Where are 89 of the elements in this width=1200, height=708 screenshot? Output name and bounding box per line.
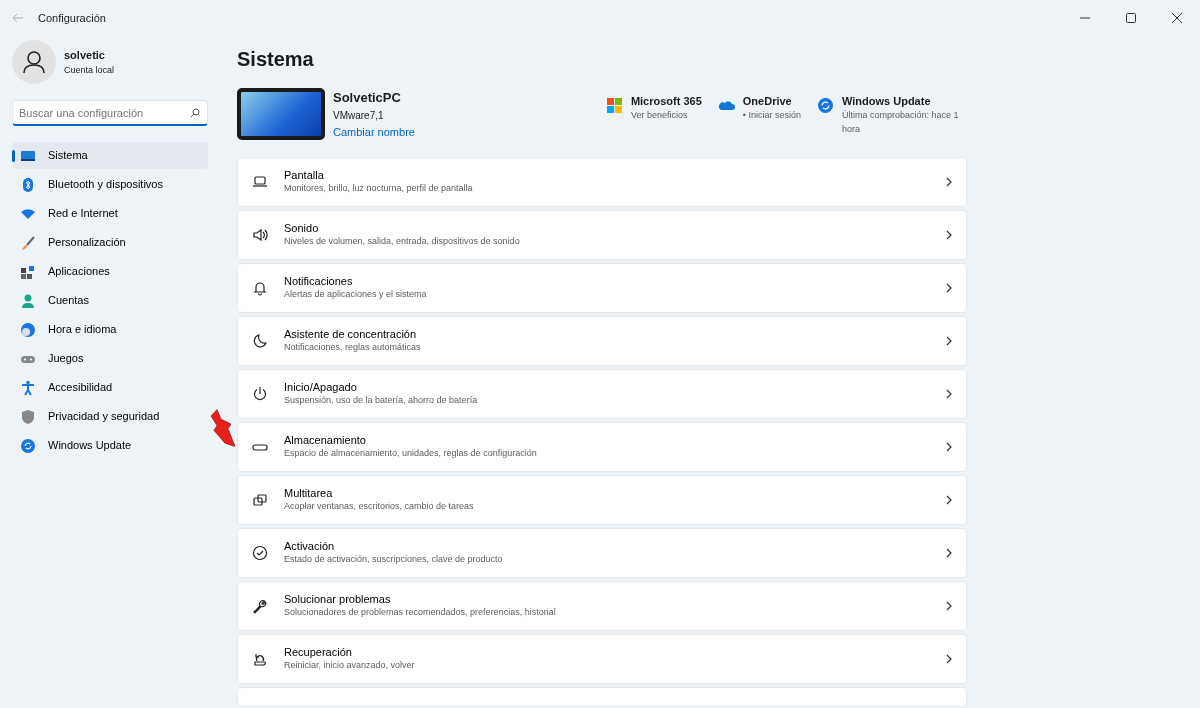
windows-stack-icon xyxy=(252,491,268,508)
sync-icon xyxy=(20,437,36,454)
settings-row[interactable]: Multitarea Acoplar ventanas, escritorios, cambio de tareas xyxy=(237,474,967,525)
accessibility-icon xyxy=(20,379,36,396)
brush-icon xyxy=(20,234,36,251)
maximize-icon xyxy=(1126,13,1136,23)
device-model: VMware7,1 xyxy=(333,108,385,123)
setting-description: Acoplar ventanas, escritorios, cambio de tareas xyxy=(284,500,474,513)
chevron-right-icon xyxy=(946,547,952,558)
avatar-icon xyxy=(12,40,56,84)
setting-description: Notificaciones, reglas automáticas xyxy=(284,341,421,354)
settings-row[interactable]: Notificaciones Alertas de aplicaciones y el sistema xyxy=(237,262,967,313)
chevron-right-icon xyxy=(946,494,952,505)
page-title: Sistema xyxy=(237,47,315,72)
sidebar-item[interactable]: Sistema xyxy=(12,142,208,169)
sidebar-item[interactable]: Aplicaciones xyxy=(12,258,208,285)
setting-description: Estado de activación, suscripciones, clave de producto xyxy=(284,553,503,566)
person-icon xyxy=(20,292,36,309)
chevron-right-icon xyxy=(946,600,952,611)
power-icon xyxy=(252,385,268,402)
settings-row[interactable]: Recuperación Reiniciar, inicio avanzado, volver xyxy=(237,633,967,684)
setting-description: Solucionadores de problemas recomendados, preferencias, historial xyxy=(284,606,556,619)
sidebar-item[interactable]: Accesibilidad xyxy=(12,374,208,401)
settings-row[interactable]: Sonido Niveles de volumen, salida, entrada, dispositivos de sonido xyxy=(237,209,967,260)
sidebar-item[interactable]: Cuentas xyxy=(12,287,208,314)
wrench-icon xyxy=(252,597,268,614)
setting-description: Reiniciar, inicio avanzado, volver xyxy=(284,659,415,672)
sidebar-item[interactable]: Personalización xyxy=(12,229,208,256)
quick-link-title[interactable]: OneDrive xyxy=(742,92,801,109)
laptop-icon xyxy=(252,173,268,190)
moon-icon xyxy=(252,332,268,349)
setting-title: Pantalla xyxy=(284,168,325,182)
quick-link-subtitle: • Iniciar sesión xyxy=(742,109,801,122)
checkmark-circle-icon xyxy=(252,544,268,561)
sidebar-item[interactable]: Bluetooth y dispositivos xyxy=(12,171,208,198)
setting-title: Inicio/Apagado xyxy=(284,380,358,394)
user-name: solvetic xyxy=(64,48,106,63)
chevron-right-icon xyxy=(946,653,952,664)
apps-icon xyxy=(20,263,36,280)
setting-title: Multitarea xyxy=(284,486,334,500)
speaker-icon xyxy=(252,226,268,243)
window-title: Configuración xyxy=(38,10,106,26)
quick-link-subtitle: Ver beneficios xyxy=(630,109,689,122)
chevron-right-icon xyxy=(946,229,952,240)
setting-title: Activación xyxy=(284,539,336,553)
chevron-right-icon xyxy=(946,176,952,187)
chevron-right-icon xyxy=(946,282,952,293)
sidebar-item[interactable]: Windows Update xyxy=(12,432,208,459)
close-icon xyxy=(1172,13,1182,23)
account-type: Cuenta local xyxy=(64,63,115,77)
bluetooth-icon xyxy=(20,176,36,193)
search-field[interactable]: Buscar una configuración xyxy=(12,100,208,126)
quick-link-title[interactable]: Windows Update xyxy=(842,92,967,109)
settings-row[interactable]: Activación Estado de activación, suscripciones, clave de producto xyxy=(237,527,967,578)
globe-clock-icon xyxy=(20,321,36,338)
sidebar-item[interactable]: Privacidad y seguridad xyxy=(12,403,208,430)
setting-description: Suspensión, uso de la batería, ahorro de batería xyxy=(284,394,478,407)
setting-description: Alertas de aplicaciones y el sistema xyxy=(284,288,427,301)
chevron-right-icon xyxy=(946,335,952,346)
setting-description: Espacio de almacenamiento, unidades, reglas de configuración xyxy=(284,447,537,460)
quick-link-title[interactable]: Microsoft 365 xyxy=(630,92,702,109)
bell-icon xyxy=(252,279,268,296)
settings-row[interactable]: Solucionar problemas Solucionadores de problemas recomendados, preferencias, historial xyxy=(237,580,967,631)
settings-row[interactable]: Inicio/Apagado Suspensión, uso de la batería, ahorro de batería xyxy=(237,368,967,419)
setting-title: Notificaciones xyxy=(284,274,354,288)
sidebar-item[interactable]: Red e Internet xyxy=(12,200,208,227)
office-logo-icon xyxy=(605,96,623,114)
chevron-right-icon xyxy=(946,441,952,452)
setting-title: Almacenamiento xyxy=(284,433,367,447)
settings-row[interactable]: Pantalla Monitores, brillo, luz nocturna, perfil de pantalla xyxy=(237,156,967,207)
setting-title: Solucionar problemas xyxy=(284,592,392,606)
device-name: SolveticPC xyxy=(333,89,402,107)
setting-title: Sonido xyxy=(284,221,320,235)
setting-description: Monitores, brillo, luz nocturna, perfil de pantalla xyxy=(284,182,473,195)
settings-row[interactable]: Almacenamiento Espacio de almacenamiento, unidades, reglas de configuración xyxy=(237,421,967,472)
sidebar-item[interactable]: Juegos xyxy=(12,345,208,372)
rename-link[interactable]: Cambiar nombre xyxy=(333,125,415,138)
setting-title: Recuperación xyxy=(284,645,353,659)
settings-row[interactable]: Asistente de concentración Notificaciones, reglas automáticas xyxy=(237,315,967,366)
search-icon xyxy=(190,108,200,118)
sync-icon xyxy=(817,96,834,114)
shield-icon xyxy=(20,408,36,425)
chevron-right-icon xyxy=(946,388,952,399)
minimize-icon xyxy=(1080,17,1090,19)
sidebar-item[interactable]: Hora e idioma xyxy=(12,316,208,343)
back-icon[interactable] xyxy=(12,13,24,23)
quick-link-subtitle: Última comprobación: hace 1 hora xyxy=(842,109,960,136)
setting-title: Asistente de concentración xyxy=(284,327,418,341)
setting-description: Niveles de volumen, salida, entrada, dispositivos de sonido xyxy=(284,235,520,248)
